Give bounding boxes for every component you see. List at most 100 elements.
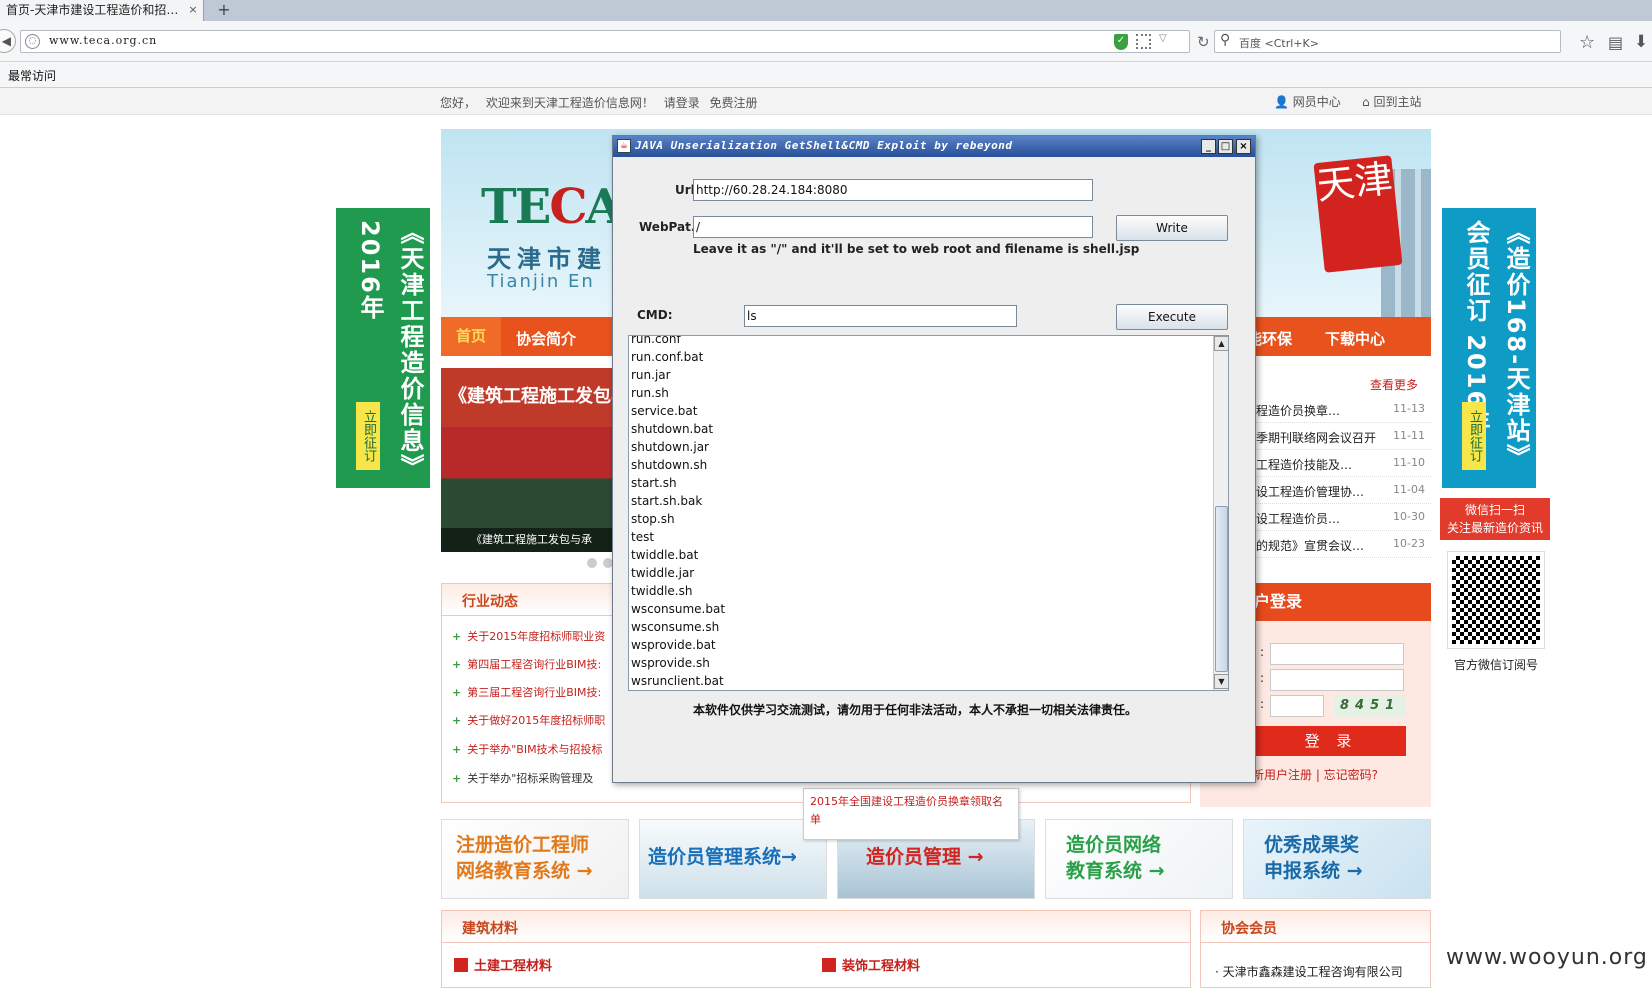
captcha-field[interactable]	[1270, 695, 1324, 717]
webpath-input[interactable]: /	[693, 216, 1093, 238]
url-input[interactable]: http://60.28.24.184:8080	[693, 179, 1093, 201]
plus-icon: +	[452, 686, 462, 699]
news-item[interactable]: + 第三届工程咨询行业BIM技:	[452, 684, 601, 700]
dropdown-icon[interactable]: ▽	[1159, 33, 1167, 44]
cmd-input[interactable]: ls	[744, 305, 1017, 327]
nav-download[interactable]: 下载中心	[1325, 328, 1385, 349]
url-text[interactable]: www.teca.org.cn	[49, 34, 157, 47]
plus-icon: +	[452, 772, 462, 785]
left-ad-tag[interactable]: 立即征订	[356, 402, 380, 470]
right-side-ad[interactable]: 《造价168-天津站》会员征订 2016年 立即征订	[1442, 208, 1536, 488]
new-tab-button[interactable]: +	[214, 0, 234, 21]
nav-home[interactable]: 首页	[441, 317, 501, 356]
news-slideshow[interactable]: 《建筑工程施工发包与 《建筑工程施工发包与承	[441, 368, 631, 552]
window-title-bar[interactable]: ☕ JAVA Unserialization GetShell&CMD Expl…	[613, 136, 1255, 157]
list-item-date: 10-30	[1393, 510, 1425, 523]
news-item[interactable]: + 关于2015年度招标师职业资	[452, 628, 605, 644]
minimize-icon[interactable]: _	[1201, 139, 1216, 154]
slide-dot[interactable]	[587, 558, 597, 568]
password-field[interactable]	[1270, 669, 1404, 691]
maximize-icon[interactable]: □	[1218, 139, 1233, 154]
search-icon: ⚲	[1220, 32, 1231, 48]
register-link[interactable]: 免费注册	[710, 96, 758, 110]
scroll-thumb[interactable]	[1215, 506, 1228, 672]
scroll-down-icon[interactable]: ▼	[1214, 674, 1228, 689]
output-line: twiddle.jar	[631, 566, 695, 580]
user-center-link[interactable]: 👤 网员中心	[1274, 93, 1341, 110]
back-icon[interactable]: ◀	[0, 29, 16, 53]
system-banner-education[interactable]: 造价员网络 教育系统 →	[1045, 819, 1233, 899]
list-item-date: 11-13	[1393, 402, 1425, 415]
system-banner-engineer[interactable]: 注册造价工程师 网络教育系统 →	[441, 819, 629, 899]
system-banner-cost-mgmt[interactable]: 造价员管理系统→	[639, 819, 827, 899]
colon-label: :	[1260, 697, 1265, 711]
shield-icon[interactable]: ✓	[1114, 34, 1128, 50]
command-output[interactable]: run.conf run.conf.bat run.jar run.sh service…	[628, 335, 1229, 691]
logo-part-2: C	[549, 179, 587, 235]
write-button[interactable]: Write	[1116, 215, 1228, 241]
left-side-ad[interactable]: 《天津工程造价信息》2016年 立即征订	[336, 208, 430, 488]
materials-box: 建筑材料 土建工程材料 装饰工程材料	[441, 910, 1191, 988]
watermark: www.wooyun.org	[1446, 945, 1648, 970]
wechat-line2: 关注最新造价资讯	[1446, 521, 1543, 535]
bookmark-most-visited[interactable]: 最常访问	[8, 67, 56, 84]
close-icon[interactable]: ×	[1236, 139, 1251, 154]
left-ad-text: 《天津工程造价信息》2016年	[356, 220, 424, 468]
user-icon: 👤	[1274, 95, 1289, 109]
more-link[interactable]: 查看更多	[1370, 376, 1418, 393]
list-item-date: 10-23	[1393, 537, 1425, 550]
search-box[interactable]: ⚲ 百度 <Ctrl+K>	[1214, 30, 1561, 53]
address-bar[interactable]: ◌ www.teca.org.cn ✓ ▽ ↻	[20, 30, 1210, 53]
nav-about[interactable]: 协会简介	[516, 328, 576, 349]
output-line: wsrunclient.sh	[631, 690, 725, 691]
library-icon[interactable]: ▤	[1608, 33, 1623, 52]
members-box: 协会会员 · 天津市鑫森建设工程咨询有限公司	[1200, 910, 1431, 988]
output-line: wsrunclient.bat	[631, 674, 724, 688]
login-links[interactable]: 新用户注册 | 忘记密码?	[1252, 766, 1378, 783]
news-item[interactable]: + 关于举办"招标采购管理及	[452, 770, 593, 786]
login-button[interactable]: 登 录	[1256, 726, 1406, 756]
scroll-up-icon[interactable]: ▲	[1214, 336, 1228, 351]
username-field[interactable]	[1270, 643, 1404, 665]
brick-icon	[454, 958, 468, 972]
reload-icon[interactable]: ↻	[1197, 33, 1210, 51]
output-scrollbar[interactable]: ▲ ▼	[1213, 336, 1228, 690]
list-item-title: 程造价员换章…	[1256, 404, 1341, 418]
execute-button[interactable]: Execute	[1116, 304, 1228, 330]
bookmark-star-icon[interactable]: ☆	[1579, 32, 1595, 53]
system-banner-line1: 注册造价工程师	[456, 834, 590, 856]
materials-header: 建筑材料	[442, 911, 1190, 943]
news-item[interactable]: + 第四届工程咨询行业BIM技:	[452, 656, 601, 672]
news-item[interactable]: + 关于做好2015年度招标师职	[452, 712, 605, 728]
browser-tab[interactable]: 首页-天津市建设工程造价和招…	[0, 0, 204, 21]
output-line: wsprovide.bat	[631, 638, 716, 652]
output-line: shutdown.bat	[631, 422, 714, 436]
member-item[interactable]: · 天津市鑫森建设工程咨询有限公司	[1215, 963, 1403, 980]
plus-icon: +	[452, 714, 462, 727]
teca-logo[interactable]: TECA	[481, 179, 623, 235]
user-center-label: 网员中心	[1292, 95, 1341, 109]
right-ad-tag[interactable]: 立即征订	[1462, 402, 1486, 470]
news-item-text: 关于举办"BIM技术与招投标	[467, 743, 603, 756]
home-link[interactable]: ⌂ 回到主站	[1362, 93, 1421, 110]
materials-civil-label: 土建工程材料	[474, 959, 553, 974]
greeting-welcome: 欢迎来到天津工程造价信息网！	[485, 96, 654, 110]
output-line: start.sh	[631, 476, 677, 490]
window-title: JAVA Unserialization GetShell&CMD Exploi…	[635, 139, 1013, 152]
captcha-image[interactable]: 8451	[1334, 695, 1406, 717]
output-line: run.conf	[631, 335, 681, 346]
materials-civil-link[interactable]: 土建工程材料	[454, 955, 552, 974]
list-item-title: 工程造价技能及…	[1256, 458, 1353, 472]
news-item[interactable]: + 关于举办"BIM技术与招投标	[452, 741, 603, 757]
system-banner-line1: 造价员网络	[1066, 834, 1162, 856]
login-link[interactable]: 请登录	[664, 96, 700, 110]
output-line: run.jar	[631, 368, 671, 382]
system-banner-award[interactable]: 优秀成果奖 申报系统 →	[1243, 819, 1431, 899]
download-icon[interactable]: ⬇	[1634, 32, 1648, 52]
news-item-text: 关于举办"招标采购管理及	[467, 772, 594, 785]
output-line: twiddle.bat	[631, 548, 699, 562]
tab-close-icon[interactable]: ×	[186, 2, 200, 18]
qr-code-icon[interactable]	[1136, 34, 1151, 49]
tianjin-seal: 天津	[1313, 155, 1403, 273]
materials-deco-link[interactable]: 装饰工程材料	[822, 955, 920, 974]
